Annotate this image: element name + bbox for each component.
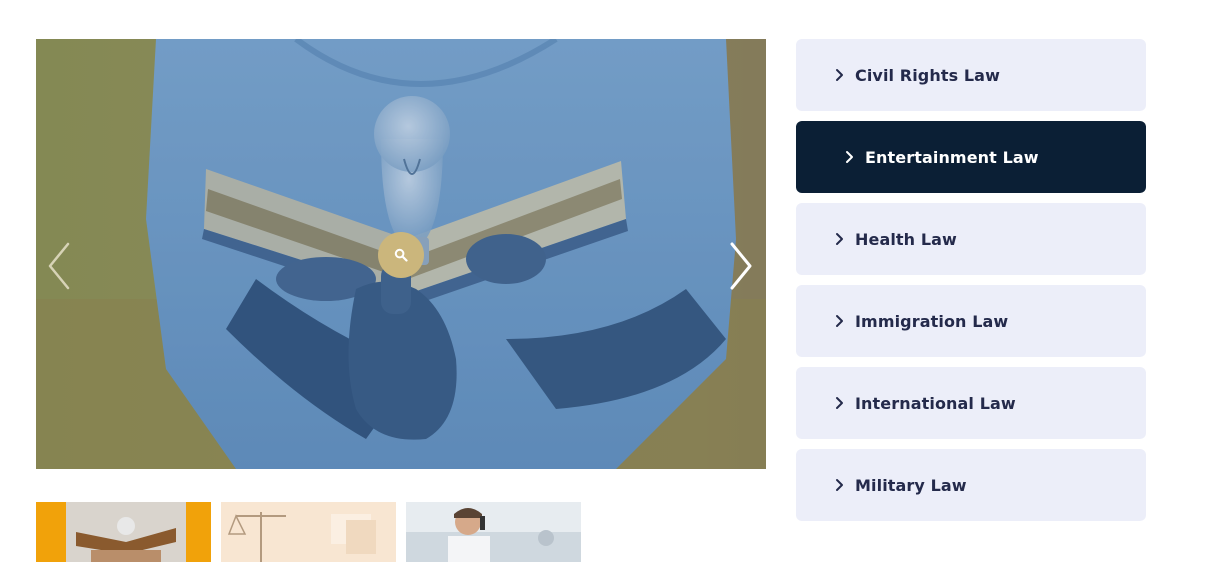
menu-item-military-law[interactable]: Military Law <box>796 449 1146 521</box>
menu-item-immigration-law[interactable]: Immigration Law <box>796 285 1146 357</box>
menu-item-label: Health Law <box>855 229 957 249</box>
gallery-thumbnails <box>36 502 581 562</box>
chevron-right-icon <box>834 314 846 328</box>
menu-item-entertainment-law[interactable]: Entertainment Law <box>796 121 1146 193</box>
chevron-right-icon <box>834 478 846 492</box>
thumbnail-image-scales <box>221 502 396 562</box>
menu-item-label: Entertainment Law <box>865 147 1039 167</box>
menu-item-label: International Law <box>855 393 1016 413</box>
gallery-prev-button[interactable] <box>44 240 74 292</box>
menu-item-civil-rights-law[interactable]: Civil Rights Law <box>796 39 1146 111</box>
search-icon <box>394 248 408 262</box>
chevron-right-icon <box>730 242 752 290</box>
thumbnail-image-book-bulb <box>36 502 211 562</box>
chevron-left-icon <box>48 242 70 290</box>
chevron-right-icon <box>834 232 846 246</box>
thumbnail-image-man-on-phone <box>406 502 581 562</box>
thumbnail-3[interactable] <box>406 502 581 562</box>
menu-item-health-law[interactable]: Health Law <box>796 203 1146 275</box>
thumbnail-2[interactable] <box>221 502 396 562</box>
law-category-menu: Civil Rights Law Entertainment Law Healt… <box>796 39 1146 531</box>
chevron-right-icon <box>834 68 846 82</box>
chevron-right-icon <box>844 150 856 164</box>
zoom-button[interactable] <box>378 232 424 278</box>
menu-item-international-law[interactable]: International Law <box>796 367 1146 439</box>
menu-item-label: Civil Rights Law <box>855 65 1000 85</box>
chevron-right-icon <box>834 396 846 410</box>
gallery-next-button[interactable] <box>726 240 756 292</box>
thumbnail-1[interactable] <box>36 502 211 562</box>
menu-item-label: Immigration Law <box>855 311 1009 331</box>
gallery-main-image[interactable] <box>36 39 766 469</box>
menu-item-label: Military Law <box>855 475 967 495</box>
